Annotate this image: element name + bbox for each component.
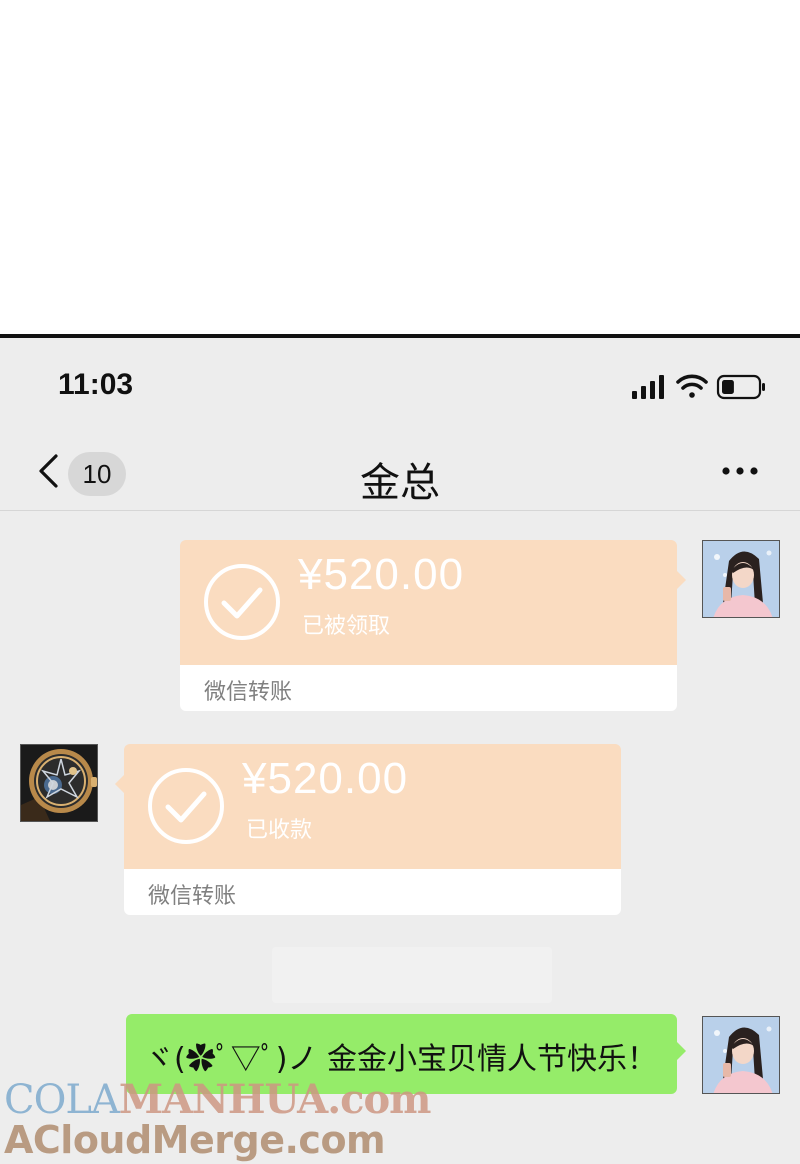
wifi-icon — [676, 374, 708, 398]
transfer-label: 微信转账 — [148, 884, 237, 909]
transfer-card-header: ¥520.00 已收款 — [124, 744, 621, 869]
transfer-card-received[interactable]: ¥520.00 已收款 微信转账 — [115, 744, 621, 915]
phone-screen: 11:03 10 金总 ¥520.00 已被领取 微信转账 ¥520.00 已收… — [0, 334, 800, 1164]
transfer-amount: ¥520.00 — [242, 754, 409, 803]
watermark-acloudmerge: ACloudMerge.com — [4, 1118, 386, 1162]
message-text: ヾ(✿ﾟ▽ﾟ)ノ 金金小宝贝情人节快乐！ — [144, 1042, 657, 1077]
status-bar: 11:03 — [0, 338, 800, 434]
chat-title: 金总 — [360, 460, 440, 506]
more-dots-icon[interactable] — [720, 456, 760, 486]
transfer-card-header: ¥520.00 已被领取 — [180, 540, 677, 665]
status-time: 11:03 — [58, 368, 134, 401]
watermark-colamanhua: COLAMANHUA.com — [4, 1076, 431, 1123]
check-circle-icon — [148, 768, 224, 844]
transfer-card-footer: 微信转账 — [180, 665, 677, 711]
woman-avatar[interactable] — [702, 1016, 780, 1094]
battery-icon — [716, 374, 765, 400]
bubble-tail — [115, 775, 124, 793]
transfer-amount: ¥520.00 — [298, 550, 465, 599]
woman-avatar[interactable] — [702, 540, 780, 618]
watch-avatar[interactable] — [20, 744, 98, 822]
bubble-tail — [677, 571, 686, 589]
transfer-status: 已收款 — [246, 818, 313, 843]
transfer-card-sent[interactable]: ¥520.00 已被领取 微信转账 — [180, 540, 686, 711]
transfer-label: 微信转账 — [204, 680, 293, 705]
status-icons — [632, 374, 768, 400]
watermark-manhua: MANHUA.com — [118, 1076, 432, 1123]
transfer-card-footer: 微信转账 — [124, 869, 621, 915]
check-circle-icon — [204, 564, 280, 640]
nav-bar: 10 金总 — [0, 434, 800, 511]
bubble-tail — [677, 1042, 686, 1060]
transfer-status: 已被领取 — [302, 614, 391, 639]
signal-icon — [632, 375, 664, 399]
time-divider — [272, 947, 552, 1003]
watermark-cola: COLA — [4, 1077, 120, 1123]
